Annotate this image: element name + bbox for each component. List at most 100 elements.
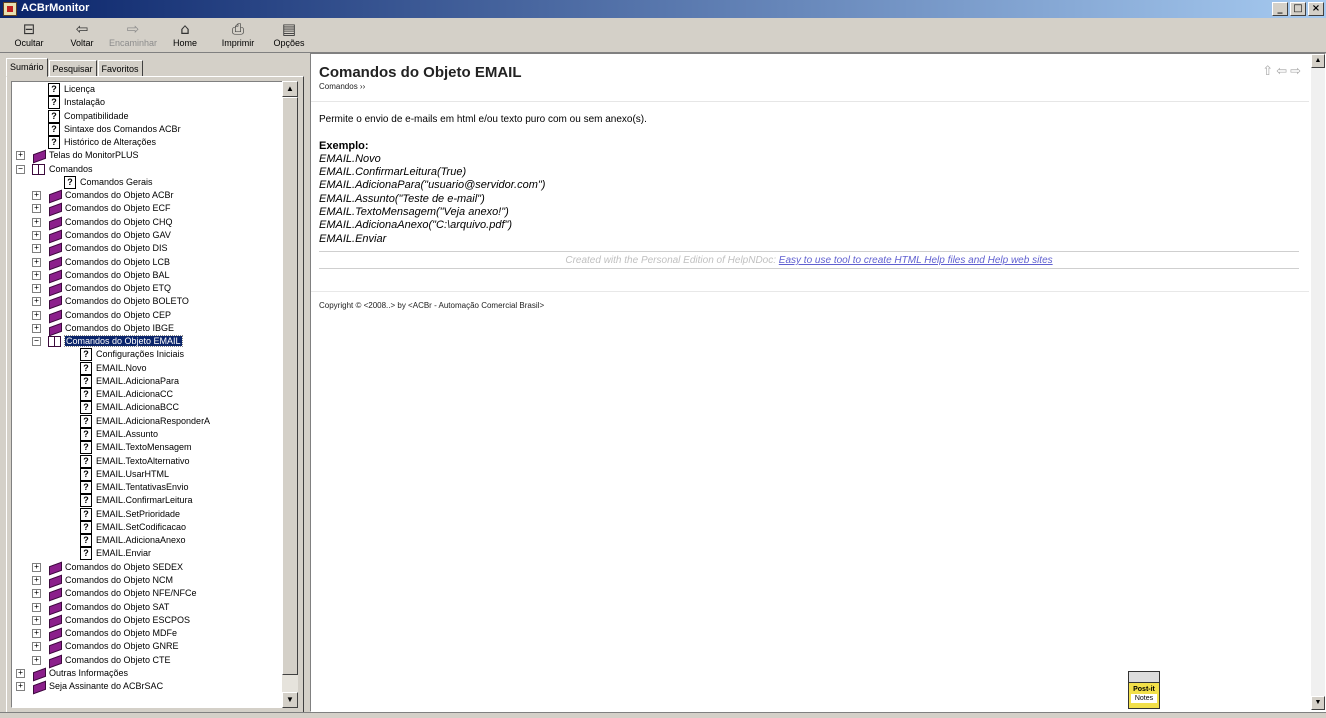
expand-icon[interactable]: + (32, 323, 41, 333)
hide-button[interactable]: ⊟ Ocultar (4, 20, 54, 49)
minimize-button[interactable]: _ (1272, 2, 1288, 16)
window-titlebar[interactable]: ACBrMonitor _ □ × (0, 0, 1326, 18)
tree-item[interactable]: + Comandos do Objeto NCM (32, 574, 173, 587)
tree-item[interactable]: ? EMAIL.TextoMensagem (80, 441, 192, 455)
tree-item[interactable]: + Comandos do Objeto CHQ (32, 216, 173, 229)
scroll-up-button[interactable]: ▲ (282, 81, 298, 97)
tree-item[interactable]: ? Compatibilidade (48, 109, 129, 123)
nav-back-icon[interactable]: ⇦ (1276, 64, 1287, 79)
expand-icon[interactable]: + (16, 668, 25, 678)
tree-item[interactable]: + Comandos do Objeto MDFe (32, 627, 177, 640)
tree-item[interactable]: ? EMAIL.AdicionaCC (80, 388, 173, 402)
collapse-icon[interactable]: − (16, 164, 25, 174)
tree-item[interactable]: − Comandos do Objeto EMAIL (32, 335, 183, 348)
expand-icon[interactable]: + (32, 602, 41, 612)
tree-item[interactable]: ? EMAIL.AdicionaResponderA (80, 414, 210, 428)
tree-item[interactable]: + Comandos do Objeto GAV (32, 229, 171, 242)
helpndoc-link[interactable]: Easy to use tool to create HTML Help fil… (779, 255, 1053, 266)
expand-icon[interactable]: + (32, 655, 41, 665)
tree-item[interactable]: ? EMAIL.Novo (80, 361, 147, 375)
expand-icon[interactable]: + (32, 642, 41, 652)
expand-icon[interactable]: + (32, 270, 41, 280)
tree-item[interactable]: ? Histórico de Alterações (48, 136, 156, 150)
tree-item[interactable]: ? Licença (48, 83, 95, 96)
tree-item[interactable]: ? EMAIL.SetPrioridade (80, 507, 180, 521)
expand-icon[interactable]: + (32, 297, 41, 307)
tree-item[interactable]: + Comandos do Objeto GNRE (32, 640, 179, 653)
tree-item[interactable]: ? EMAIL.UsarHTML (80, 467, 169, 481)
expand-icon[interactable]: + (32, 629, 41, 639)
tree-item[interactable]: + Comandos do Objeto NFE/NFCe (32, 587, 197, 600)
tree-item[interactable]: ? Configurações Iniciais (80, 348, 184, 362)
tree-item[interactable]: − Comandos (16, 163, 93, 176)
tree-item[interactable]: ? EMAIL.TentativasEnvio (80, 481, 189, 495)
close-button[interactable]: × (1308, 2, 1324, 16)
tree-item[interactable]: + Comandos do Objeto BOLETO (32, 295, 189, 308)
tree-item[interactable]: + Telas do MonitorPLUS (16, 149, 139, 162)
tree-item[interactable]: + Comandos do Objeto CEP (32, 309, 171, 322)
scroll-down-button[interactable]: ▼ (282, 692, 298, 708)
tree-item[interactable]: + Comandos do Objeto SEDEX (32, 561, 183, 574)
tree-item[interactable]: + Comandos do Objeto IBGE (32, 322, 174, 335)
tree-item[interactable]: ? EMAIL.Assunto (80, 428, 158, 442)
contents-tree[interactable]: ? Licença? Instalação? Compatibilidade? Sint… (11, 81, 285, 708)
tree-item[interactable]: ? Comandos Gerais (64, 175, 153, 189)
nav-up-icon[interactable]: ⇧ (1262, 64, 1273, 79)
home-button[interactable]: ⌂ Home (160, 20, 210, 49)
maximize-button[interactable]: □ (1290, 2, 1306, 16)
tree-item[interactable]: + Comandos do Objeto DIS (32, 242, 168, 255)
help-page-icon: ? (80, 348, 92, 362)
expand-icon[interactable]: + (32, 204, 41, 214)
tree-item[interactable]: + Outras Informações (16, 667, 128, 680)
expand-icon[interactable]: + (16, 151, 25, 161)
tree-item[interactable]: ? EMAIL.ConfirmarLeitura (80, 494, 193, 508)
expand-icon[interactable]: + (32, 244, 41, 254)
tree-item[interactable]: ? EMAIL.AdicionaAnexo (80, 534, 186, 548)
expand-icon[interactable]: + (32, 230, 41, 240)
forward-button[interactable]: ⇨ Encaminhar (108, 20, 158, 49)
tree-item[interactable]: + Comandos do Objeto CTE (32, 654, 171, 667)
tree-item[interactable]: + Comandos do Objeto SAT (32, 601, 169, 614)
tree-item[interactable]: + Comandos do Objeto ETQ (32, 282, 171, 295)
expand-icon[interactable]: + (32, 589, 41, 599)
tree-item[interactable]: ? EMAIL.Enviar (80, 547, 151, 561)
expand-icon[interactable]: + (32, 310, 41, 320)
tree-item-label: EMAIL.TextoAlternativo (96, 455, 190, 466)
tree-item[interactable]: + Comandos do Objeto ECF (32, 202, 171, 215)
credit-line: Created with the Personal Edition of Hel… (565, 255, 1053, 266)
content-scrollbar[interactable]: ▲ ▼ (1311, 54, 1325, 710)
content-scroll-down[interactable]: ▼ (1311, 696, 1325, 710)
collapse-icon[interactable]: − (32, 337, 41, 347)
tree-item[interactable]: ? EMAIL.AdicionaBCC (80, 401, 179, 415)
tab-favorites[interactable]: Favoritos (97, 60, 143, 77)
expand-icon[interactable]: + (32, 284, 41, 294)
tree-item[interactable]: ? EMAIL.TextoAlternativo (80, 454, 190, 468)
back-button[interactable]: ⇦ Voltar (57, 20, 107, 49)
expand-icon[interactable]: + (32, 191, 41, 201)
tree-item[interactable]: ? EMAIL.SetCodificacao (80, 520, 186, 534)
postit-notes-icon[interactable]: Post-it Notes (1128, 671, 1160, 709)
content-scroll-up[interactable]: ▲ (1311, 54, 1325, 68)
tree-item[interactable]: ? Instalação (48, 96, 105, 110)
tree-item[interactable]: + Comandos do Objeto LCB (32, 256, 170, 269)
scroll-thumb[interactable] (282, 97, 298, 675)
tree-scrollbar[interactable]: ▲ ▼ (282, 81, 298, 708)
tree-item[interactable]: ? EMAIL.AdicionaPara (80, 374, 179, 388)
tab-search[interactable]: Pesquisar (48, 60, 97, 77)
expand-icon[interactable]: + (32, 575, 41, 585)
expand-icon[interactable]: + (32, 562, 41, 572)
options-button[interactable]: ▤ Opções (264, 20, 314, 49)
tree-item[interactable]: + Comandos do Objeto BAL (32, 269, 170, 282)
breadcrumb[interactable]: Comandos ›› (319, 82, 365, 91)
tree-item[interactable]: ? Sintaxe dos Comandos ACBr (48, 122, 181, 136)
print-button[interactable]: ⎙ Imprimir (213, 20, 263, 49)
tab-summary[interactable]: Sumário (6, 58, 48, 77)
expand-icon[interactable]: + (16, 682, 25, 692)
tree-item[interactable]: + Comandos do Objeto ACBr (32, 189, 174, 202)
tree-item[interactable]: + Comandos do Objeto ESCPOS (32, 614, 190, 627)
expand-icon[interactable]: + (32, 615, 41, 625)
tree-item[interactable]: + Seja Assinante do ACBrSAC (16, 680, 163, 693)
expand-icon[interactable]: + (32, 217, 41, 227)
nav-forward-icon[interactable]: ⇨ (1290, 64, 1301, 79)
expand-icon[interactable]: + (32, 257, 41, 267)
